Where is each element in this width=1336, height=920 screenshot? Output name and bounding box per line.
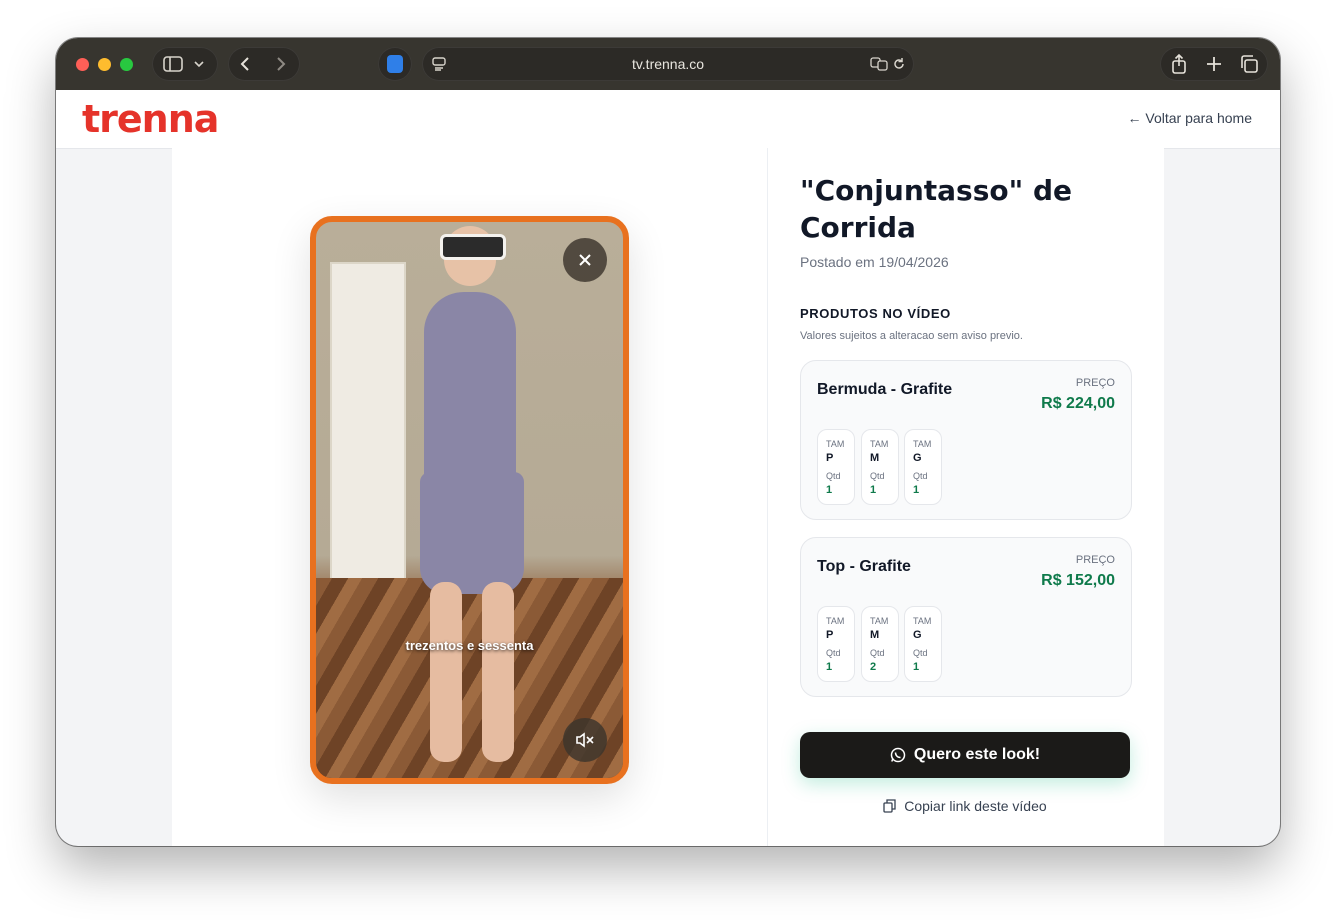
size-value: P xyxy=(826,452,834,464)
share-icon[interactable] xyxy=(1171,54,1187,74)
video-frame-door xyxy=(330,262,406,626)
sidebar-toggle-button[interactable] xyxy=(152,47,218,81)
quantity-value: 2 xyxy=(870,661,877,673)
product-price: R$ 224,00 xyxy=(1041,395,1115,412)
size-label: TAM xyxy=(913,439,932,449)
size-value: M xyxy=(870,452,880,464)
close-video-button[interactable] xyxy=(563,238,607,282)
price-label: PREÇO xyxy=(1075,377,1115,389)
products-section-subtitle: Valores sujeitos a alteracao sem aviso p… xyxy=(800,330,1023,342)
url-text: tv.trenna.co xyxy=(631,56,705,72)
new-tab-icon[interactable] xyxy=(1206,56,1222,72)
quantity-label: Qtd xyxy=(826,471,841,481)
video-caption: trezentos e sessenta xyxy=(405,638,534,653)
quantity-value: 1 xyxy=(870,484,877,496)
video-player[interactable]: trezentos e sessenta xyxy=(310,216,629,784)
history-nav xyxy=(228,47,300,81)
reload-icon[interactable] xyxy=(892,57,906,71)
size-value: M xyxy=(870,629,880,641)
size-label: TAM xyxy=(870,439,889,449)
forward-arrow-icon[interactable] xyxy=(276,56,286,72)
products-section-title: PRODUTOS NO VÍDEO xyxy=(800,306,951,321)
shield-icon xyxy=(387,55,403,73)
trenna-logo[interactable]: trenna xyxy=(82,97,219,141)
posted-date: Postado em 19/04/2026 xyxy=(800,254,949,270)
product-card: Top - Grafite PREÇO R$ 152,00 TAM P Qtd … xyxy=(800,537,1132,697)
quantity-label: Qtd xyxy=(913,471,928,481)
translate-icon[interactable] xyxy=(870,57,888,71)
video-detail-card: trezentos e sessenta "Conjuntasso" de Co… xyxy=(172,148,1164,846)
quantity-label: Qtd xyxy=(913,648,928,658)
back-to-home-link[interactable]: ← Voltar para home xyxy=(1127,110,1252,126)
close-window-button[interactable] xyxy=(76,58,89,71)
video-frame-leg xyxy=(482,582,514,762)
copy-video-link[interactable]: Copiar link deste vídeo xyxy=(800,798,1130,814)
video-frame-shorts xyxy=(420,472,524,594)
size-value: P xyxy=(826,629,834,641)
copy-icon xyxy=(883,799,896,813)
product-name: Bermuda - Grafite xyxy=(817,381,953,398)
size-label: TAM xyxy=(826,439,845,449)
back-arrow-icon[interactable] xyxy=(240,56,250,72)
size-chip: TAM P Qtd 1 xyxy=(817,429,855,505)
whatsapp-icon xyxy=(890,747,906,763)
password-extension-button[interactable] xyxy=(378,47,412,81)
product-name: Top - Grafite xyxy=(817,558,911,575)
quantity-value: 1 xyxy=(913,484,920,496)
size-chip: TAM M Qtd 2 xyxy=(861,606,899,682)
size-label: TAM xyxy=(870,616,889,626)
product-card: Bermuda - Grafite PREÇO R$ 224,00 TAM P … xyxy=(800,360,1132,520)
video-title: "Conjuntasso" de Corrida xyxy=(800,174,1072,244)
minimize-window-button[interactable] xyxy=(98,58,111,71)
tab-overview-icon[interactable] xyxy=(1240,55,1258,73)
zoom-window-button[interactable] xyxy=(120,58,133,71)
size-chip: TAM G Qtd 1 xyxy=(904,606,942,682)
quantity-value: 1 xyxy=(913,661,920,673)
product-price: R$ 152,00 xyxy=(1041,572,1115,589)
cta-label: Quero este look! xyxy=(913,746,1041,763)
browser-window: tv.trenna.co trenna ← Voltar para home t… xyxy=(56,38,1280,846)
size-chip: TAM G Qtd 1 xyxy=(904,429,942,505)
quantity-label: Qtd xyxy=(826,648,841,658)
column-divider xyxy=(767,148,768,846)
toolbar-actions xyxy=(1160,47,1268,81)
price-label: PREÇO xyxy=(1075,554,1115,566)
copy-link-label: Copiar link deste vídeo xyxy=(904,798,1047,814)
size-label: TAM xyxy=(913,616,932,626)
site-header: trenna ← Voltar para home xyxy=(56,90,1280,149)
unmute-button[interactable] xyxy=(563,718,607,762)
size-label: TAM xyxy=(826,616,845,626)
size-chip: TAM P Qtd 1 xyxy=(817,606,855,682)
quantity-value: 1 xyxy=(826,661,833,673)
video-frame-leg xyxy=(430,582,462,762)
address-bar[interactable]: tv.trenna.co xyxy=(422,47,914,81)
chevron-down-icon xyxy=(194,61,204,68)
want-this-look-button[interactable]: Quero este look! xyxy=(800,732,1130,778)
browser-toolbar: tv.trenna.co xyxy=(56,38,1280,90)
close-icon xyxy=(579,254,591,266)
speaker-muted-icon xyxy=(576,732,594,748)
size-chip: TAM M Qtd 1 xyxy=(861,429,899,505)
quantity-value: 1 xyxy=(826,484,833,496)
quantity-label: Qtd xyxy=(870,471,885,481)
size-value: G xyxy=(913,629,922,641)
quantity-label: Qtd xyxy=(870,648,885,658)
video-frame-glasses xyxy=(440,234,506,260)
sidebar-icon xyxy=(163,56,183,72)
size-value: G xyxy=(913,452,922,464)
